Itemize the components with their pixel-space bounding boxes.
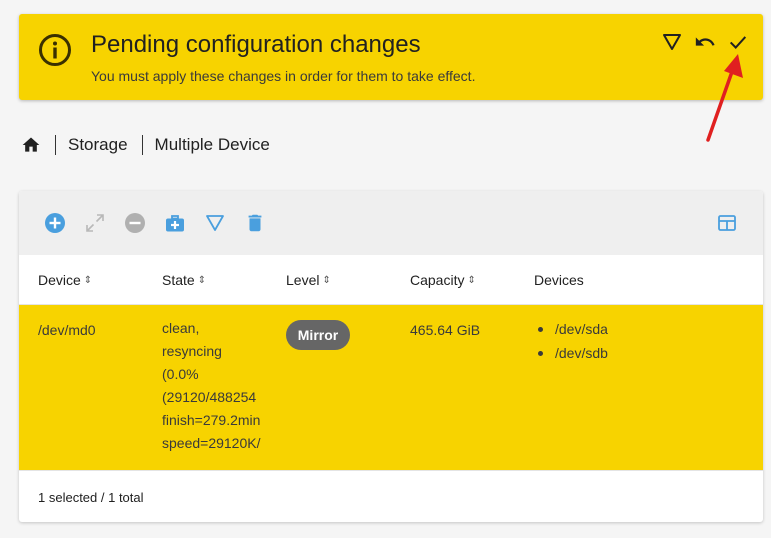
cell-state: clean, resyncing (0.0% (29120/488254 fin… (162, 317, 266, 455)
sort-icon: ⇕ (197, 274, 207, 286)
column-header-state[interactable]: State ⇕ (162, 272, 206, 288)
add-icon (45, 213, 65, 233)
selection-status: 1 selected / 1 total (38, 490, 144, 505)
delete-icon (248, 214, 262, 232)
delete-button[interactable] (244, 212, 266, 234)
sort-icon: ⇕ (83, 274, 93, 286)
apply-changes-button[interactable] (727, 31, 749, 53)
banner-title: Pending configuration changes (91, 31, 421, 58)
recover-button[interactable] (164, 212, 186, 234)
cell-capacity: 465.64 GiB (410, 322, 481, 338)
home-icon (22, 137, 40, 152)
cell-devices: /dev/sda /dev/sdb (534, 317, 608, 365)
columns-icon (718, 215, 736, 231)
create-button[interactable] (44, 212, 66, 234)
breadcrumb: Storage Multiple Device (21, 134, 270, 156)
column-header-level[interactable]: Level ⇕ (286, 272, 331, 288)
column-header-device[interactable]: Device ⇕ (38, 272, 92, 288)
column-header-devices: Devices (534, 272, 584, 288)
sort-icon: ⇕ (467, 274, 476, 286)
state-line: speed=29120K/ (162, 435, 261, 451)
breadcrumb-home[interactable] (21, 135, 41, 155)
table-header: Device ⇕ State ⇕ Level ⇕ Capacity ⇕ Devi… (19, 255, 763, 305)
column-header-capacity[interactable]: Capacity ⇕ (410, 272, 476, 288)
grow-button[interactable] (84, 212, 106, 234)
table-row[interactable]: /dev/md0 clean, resyncing (0.0% (29120/4… (19, 305, 763, 470)
column-label: Device (38, 272, 81, 288)
info-icon (39, 34, 71, 66)
undo-icon (695, 37, 715, 46)
column-label: Level (286, 272, 320, 288)
state-line: (29120/488254 (162, 389, 257, 405)
level-badge: Mirror (286, 320, 350, 350)
breadcrumb-separator (55, 135, 56, 155)
state-line: finish=279.2min (162, 412, 261, 428)
table-toolbar (19, 191, 763, 255)
breadcrumb-storage[interactable]: Storage (68, 135, 128, 155)
check-icon (729, 36, 747, 49)
filter-button[interactable] (204, 212, 226, 234)
pending-changes-banner: Pending configuration changes You must a… (19, 14, 763, 100)
column-label: State (162, 272, 195, 288)
recover-icon (166, 215, 184, 232)
state-line: resyncing (162, 343, 222, 359)
arrow-icon (706, 54, 743, 142)
sort-icon: ⇕ (322, 274, 331, 286)
device-list-item: /dev/sda (534, 317, 608, 341)
device-list-item: /dev/sdb (534, 341, 608, 365)
banner-subtitle: You must apply these changes in order fo… (91, 68, 476, 84)
banner-actions (661, 31, 749, 53)
state-line: (0.0% (162, 366, 199, 382)
column-label: Devices (534, 272, 584, 288)
breadcrumb-separator (141, 135, 143, 155)
remove-icon (125, 213, 145, 233)
table-footer: 1 selected / 1 total (19, 470, 763, 522)
md-devices-table: Device ⇕ State ⇕ Level ⇕ Capacity ⇕ Devi… (19, 191, 763, 522)
column-chooser-button[interactable] (716, 212, 738, 234)
column-label: Capacity (410, 272, 465, 288)
remove-button[interactable] (124, 212, 146, 234)
cell-device: /dev/md0 (38, 322, 96, 338)
filter-icon (206, 215, 224, 231)
undo-button[interactable] (694, 31, 716, 53)
filter-button[interactable] (661, 31, 683, 53)
expand-icon (86, 214, 104, 232)
state-line: clean, (162, 320, 200, 336)
filter-icon (663, 34, 681, 50)
breadcrumb-multiple-device: Multiple Device (154, 135, 270, 154)
